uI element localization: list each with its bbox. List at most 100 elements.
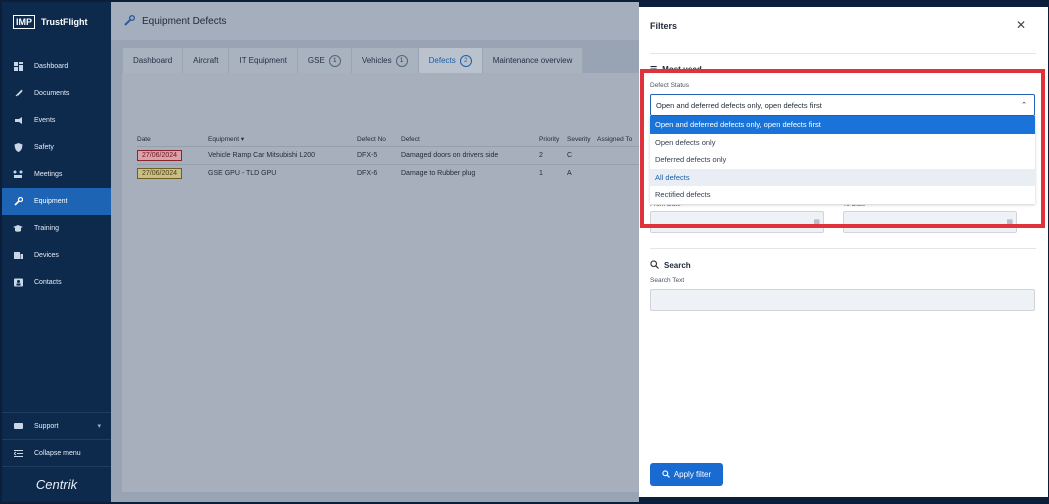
priority-cell: 1: [539, 170, 543, 177]
sort-desc-icon: ▾: [240, 136, 245, 143]
option-open-and-deferred[interactable]: Open and deferred defects only, open def…: [650, 116, 1035, 134]
defect-status-value: Open and deferred defects only, open def…: [656, 100, 822, 110]
collapse-menu-icon: [13, 448, 23, 458]
section-title: Most used: [662, 65, 702, 74]
date-badge: 27/06/2024: [137, 168, 183, 179]
sidebar-item-training[interactable]: Training: [2, 215, 111, 242]
imp-logo: IMP: [13, 15, 36, 29]
divider: [650, 53, 1036, 54]
tab-label: Vehicles: [361, 56, 392, 65]
sidebar-item-events[interactable]: Events: [2, 107, 111, 134]
sidebar-item-equipment[interactable]: Equipment: [2, 188, 111, 215]
table-row[interactable]: 27/06/2024 Vehicle Ramp Car Mitsubishi L…: [137, 146, 639, 164]
severity-cell: C: [567, 152, 573, 159]
sidebar-item-label: Dashboard: [34, 63, 69, 70]
calendar-icon: ▦: [813, 219, 820, 226]
sidebar-item-contacts[interactable]: Contacts: [2, 269, 111, 296]
tab-aircraft[interactable]: Aircraft: [182, 47, 230, 73]
column-header-defect[interactable]: Defect: [401, 136, 539, 143]
defect-no-cell: DFX-5: [357, 152, 378, 159]
wrench-icon: [124, 14, 135, 28]
dashboard-icon: [13, 62, 23, 72]
tab-dashboard[interactable]: Dashboard: [122, 47, 184, 73]
sidebar-item-label: Training: [34, 225, 60, 232]
defects-panel: Date Equipment ▾ Defect No Defect Priori…: [122, 73, 639, 492]
page-header: Equipment Defects: [111, 2, 639, 40]
from-date-input[interactable]: ▦: [650, 211, 824, 233]
sidebar-item-label: Documents: [34, 90, 70, 97]
sidebar-item-label: Devices: [34, 252, 59, 259]
divider: [650, 248, 1036, 249]
sidebar-item-label: Events: [34, 117, 56, 124]
chevron-up-icon: ⌃: [1021, 102, 1027, 109]
sidebar-item-label: Collapse menu: [34, 449, 81, 457]
date-badge: 27/06/2024: [137, 150, 183, 161]
apply-filter-label: Apply filter: [673, 470, 712, 479]
tab-label: Maintenance overview: [492, 56, 573, 65]
apply-filter-button[interactable]: Apply filter: [650, 463, 723, 486]
tab-label: GSE: [307, 56, 325, 65]
brand[interactable]: IMP TrustFlight: [2, 2, 111, 42]
sidebar-bottom: Support ▾ Collapse menu Centrik: [2, 412, 111, 502]
tab-bar: Dashboard Aircraft IT Equipment GSE 1 Veh…: [122, 47, 584, 73]
tab-label: IT Equipment: [239, 56, 287, 65]
option-deferred-only[interactable]: Deferred defects only: [650, 151, 1035, 169]
wrench-icon: [13, 197, 23, 207]
tab-label: Defects: [428, 56, 456, 65]
sidebar-item-support[interactable]: Support ▾: [2, 412, 111, 439]
column-header-equipment[interactable]: Equipment ▾: [208, 135, 357, 143]
sidebar-item-safety[interactable]: Safety: [2, 134, 111, 161]
equipment-cell: Vehicle Ramp Car Mitsubishi L200: [208, 152, 315, 159]
support-icon: [13, 421, 23, 431]
sidebar-item-dashboard[interactable]: Dashboard: [2, 53, 111, 80]
chevron-down-icon: ▾: [97, 423, 101, 430]
page-title: Equipment Defects: [142, 15, 227, 27]
sidebar: IMP TrustFlight Dashboard Documents Even…: [2, 2, 111, 502]
list-icon: ☰: [650, 65, 658, 74]
collapse-menu-button[interactable]: Collapse menu: [2, 439, 111, 466]
search-text-input[interactable]: [650, 289, 1035, 311]
tab-label: Dashboard: [133, 56, 173, 65]
column-header-severity[interactable]: Severity: [567, 136, 597, 143]
column-header-priority[interactable]: Priority: [539, 136, 567, 143]
search-section-header: Search: [650, 260, 691, 271]
count-badge: 1: [328, 54, 341, 67]
defect-status-select[interactable]: Open and deferred defects only, open def…: [650, 94, 1035, 116]
brand-name: TrustFlight: [41, 17, 88, 27]
tab-label: Aircraft: [193, 56, 219, 65]
shield-icon: [13, 143, 23, 153]
sidebar-item-label: Equipment: [34, 198, 68, 205]
table-row[interactable]: 27/06/2024 GSE GPU - TLD GPU DFX-6 Damag…: [137, 164, 639, 182]
search-text-label: Search Text: [650, 277, 685, 284]
column-header-defect-no[interactable]: Defect No: [357, 136, 401, 143]
count-badge: 2: [459, 54, 472, 67]
contacts-icon: [13, 278, 23, 288]
sidebar-item-documents[interactable]: Documents: [2, 80, 111, 107]
sidebar-nav: Dashboard Documents Events Safety Meetin…: [2, 53, 111, 296]
option-all-defects[interactable]: All defects: [650, 168, 1035, 186]
to-date-input[interactable]: ▦: [843, 211, 1017, 233]
sidebar-item-devices[interactable]: Devices: [2, 242, 111, 269]
meeting-icon: [13, 170, 23, 180]
filters-drawer: Filters ✕ ☰ Most used Defect Status Open…: [639, 7, 1048, 497]
defects-table: Date Equipment ▾ Defect No Defect Priori…: [137, 132, 639, 182]
search-icon: [650, 260, 659, 271]
sidebar-item-label: Support: [34, 422, 59, 430]
date-cell: 27/06/2024: [137, 168, 208, 179]
tab-gse[interactable]: GSE 1: [296, 47, 352, 73]
defect-no-cell: DFX-6: [357, 170, 378, 177]
drawer-title: Filters: [650, 21, 678, 31]
option-rectified[interactable]: Rectified defects: [650, 186, 1035, 204]
column-header-assigned-to[interactable]: Assigned To: [597, 136, 639, 143]
tab-vehicles[interactable]: Vehicles 1: [350, 47, 419, 73]
priority-cell: 2: [539, 152, 543, 159]
most-used-section-header: ☰ Most used: [650, 65, 702, 74]
option-open-only[interactable]: Open defects only: [650, 134, 1035, 152]
close-icon[interactable]: ✕: [1016, 18, 1026, 32]
tab-maintenance-overview[interactable]: Maintenance overview: [481, 47, 584, 73]
sidebar-item-meetings[interactable]: Meetings: [2, 161, 111, 188]
column-header-date[interactable]: Date: [137, 136, 208, 143]
date-cell: 27/06/2024: [137, 150, 208, 161]
tab-it-equipment[interactable]: IT Equipment: [228, 47, 298, 73]
tab-defects[interactable]: Defects 2: [417, 47, 483, 73]
